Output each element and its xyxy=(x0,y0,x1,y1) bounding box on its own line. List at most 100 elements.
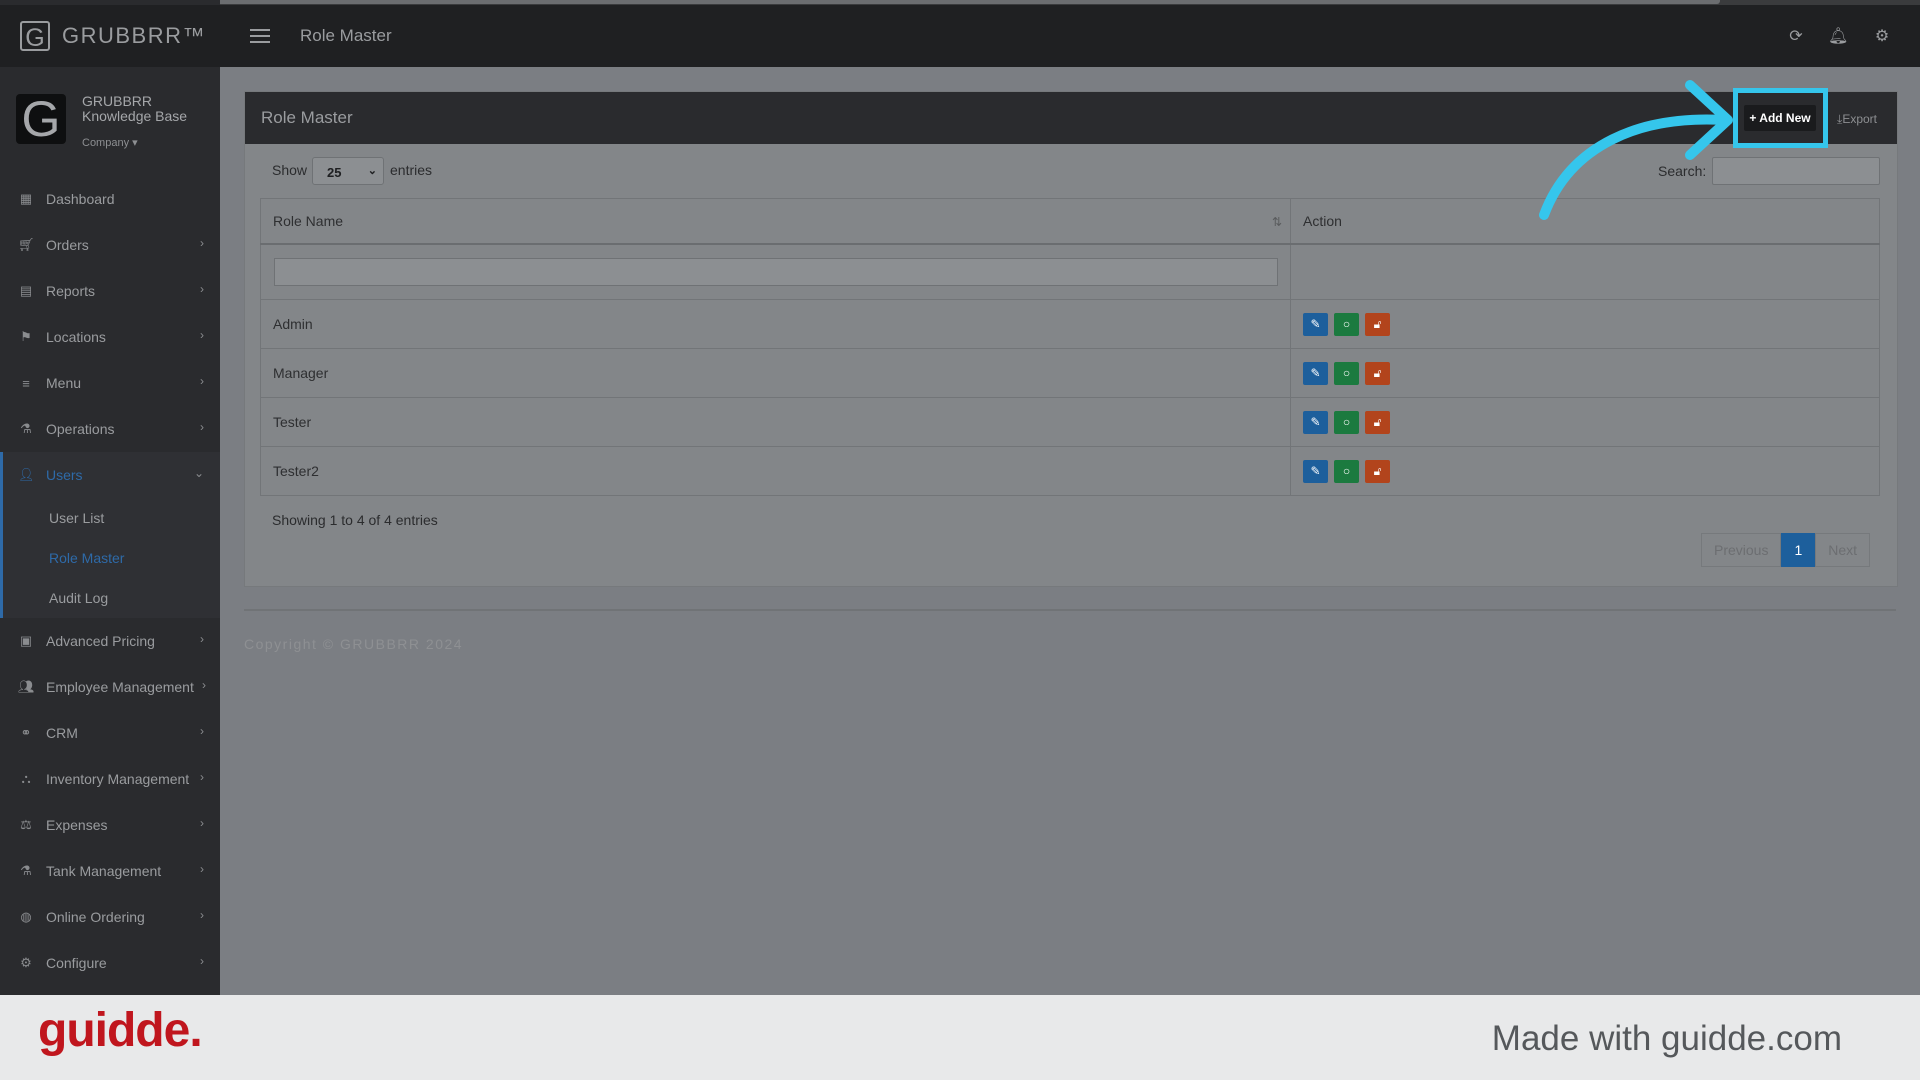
chevron-down-icon: ⌄ xyxy=(367,165,377,177)
toggle-button[interactable]: ○ xyxy=(1334,312,1359,336)
chevron-down-icon: ⌄ xyxy=(193,466,204,480)
users-submenu: User List Role Master Audit Log xyxy=(0,498,220,618)
money-icon: ▣ xyxy=(19,633,33,648)
topbar: Role Master ⟳ 🔔︎ ⚙ xyxy=(220,5,1920,67)
role-name-filter-input[interactable] xyxy=(274,257,1278,286)
filter-cell xyxy=(260,243,1291,300)
sidebar-item-crm[interactable]: ⚭ CRM › xyxy=(0,710,220,756)
action-cell: ✎ ○ 🔓︎ xyxy=(1290,446,1880,496)
gear-icon: ⚙ xyxy=(20,955,32,970)
sidebar-item-menu[interactable]: ≡ Menu › xyxy=(0,360,220,406)
link-icon: ⚭ xyxy=(20,725,32,740)
table-info: Showing 1 to 4 of 4 entries xyxy=(272,512,438,528)
sidebar-item-expenses[interactable]: ⚖ Expenses › xyxy=(0,802,220,848)
column-header-label: Role Name xyxy=(273,212,344,229)
sidebar-item-label: Reports xyxy=(46,283,96,299)
brand-logo: G xyxy=(20,21,50,52)
action-cell: ✎ ○ 🔓︎ xyxy=(1290,397,1880,447)
refresh-icon[interactable]: ⟳ xyxy=(1786,27,1806,47)
sidebar-item-online-ordering[interactable]: ◍ Online Ordering › xyxy=(0,894,220,940)
sidebar-item-label: Inventory Management xyxy=(46,771,190,787)
unlock-button[interactable]: 🔓︎ xyxy=(1365,410,1390,434)
brand[interactable]: G GRUBBRR™ xyxy=(0,5,220,67)
chevron-right-icon: › xyxy=(200,328,204,342)
sidebar-item-orders[interactable]: 🛒︎ Orders › xyxy=(0,222,220,268)
toggle-button[interactable]: ○ xyxy=(1334,361,1359,385)
menu-icon: ≡ xyxy=(22,375,30,391)
sidebar-item-reports[interactable]: ▤ Reports › xyxy=(0,268,220,314)
browser-top-highlight xyxy=(200,0,1720,4)
table-row: Manager ✎ ○ 🔓︎ xyxy=(260,348,1880,398)
export-button[interactable]: ⤓Export xyxy=(1837,112,1877,127)
sidebar-item-label: Expenses xyxy=(46,817,108,833)
next-page-button[interactable]: Next xyxy=(1815,533,1871,567)
copyright: Copyright © GRUBBRR 2024 xyxy=(244,636,464,652)
sort-icon[interactable]: ⇅ xyxy=(1272,215,1282,229)
chevron-right-icon: › xyxy=(200,908,204,922)
balance-icon: ⚖ xyxy=(20,817,32,832)
sidebar-item-users[interactable]: 👤︎ Users ⌄ xyxy=(0,452,220,498)
locations-icon: ⚑ xyxy=(20,329,32,344)
sidebar-nav: ▦ Dashboard 🛒︎ Orders › ▤ Reports › ⚑ Location… xyxy=(0,176,220,986)
role-name-cell: Admin xyxy=(260,299,1291,349)
page-size-select[interactable]: 25 ⌄ xyxy=(312,157,384,185)
toggle-button[interactable]: ○ xyxy=(1334,459,1359,483)
sidebar-item-operations[interactable]: ⚗ Operations › xyxy=(0,406,220,452)
submenu-role-master[interactable]: Role Master xyxy=(3,538,220,578)
sidebar: G GRUBBRR™ G GRUBBRR Knowledge Base Comp… xyxy=(0,0,220,995)
page-title: Role Master xyxy=(300,26,392,45)
sidebar-item-label: CRM xyxy=(46,725,78,741)
company-dropdown[interactable]: Company ▾ xyxy=(82,136,138,149)
role-name-cell: Tester xyxy=(260,397,1291,447)
chevron-right-icon: › xyxy=(200,420,204,434)
guidde-logo: guidde. xyxy=(38,1004,203,1057)
table-row: Tester2 ✎ ○ 🔓︎ xyxy=(260,446,1880,496)
chevron-right-icon: › xyxy=(202,678,206,692)
chevron-right-icon: › xyxy=(200,862,204,876)
sidebar-item-locations[interactable]: ⚑ Locations › xyxy=(0,314,220,360)
page-1-button[interactable]: 1 xyxy=(1781,533,1816,567)
sidebar-item-label: Users xyxy=(46,467,83,483)
chevron-right-icon: › xyxy=(200,632,204,646)
brand-name: GRUBBRR™ xyxy=(62,23,207,48)
sidebar-item-dashboard[interactable]: ▦ Dashboard xyxy=(0,176,220,222)
unlock-button[interactable]: 🔓︎ xyxy=(1365,312,1390,336)
edit-button[interactable]: ✎ xyxy=(1303,410,1328,434)
sidebar-item-tank-management[interactable]: ⚗ Tank Management › xyxy=(0,848,220,894)
show-label: Show xyxy=(272,162,308,178)
action-cell: ✎ ○ 🔓︎ xyxy=(1290,299,1880,349)
sidebar-item-employee-management[interactable]: 👥︎ Employee Management › xyxy=(0,664,220,710)
submenu-user-list[interactable]: User List xyxy=(3,498,220,538)
previous-page-button[interactable]: Previous xyxy=(1701,533,1782,567)
unlock-button[interactable]: 🔓︎ xyxy=(1365,361,1390,385)
sidebar-item-label: Employee Management xyxy=(46,679,194,695)
sidebar-item-label: Advanced Pricing xyxy=(46,633,155,649)
edit-button[interactable]: ✎ xyxy=(1303,361,1328,385)
guidde-footer: guidde. Made with guidde.com xyxy=(0,995,1920,1080)
divider xyxy=(244,609,1896,611)
caret-down-icon: ▾ xyxy=(132,137,138,149)
sidebar-item-label: Tank Management xyxy=(46,863,162,879)
hamburger-icon[interactable] xyxy=(250,29,270,43)
add-new-button[interactable]: + Add New xyxy=(1744,105,1816,131)
role-name-cell: Manager xyxy=(260,348,1291,398)
chevron-right-icon: › xyxy=(200,282,204,296)
sidebar-item-advanced-pricing[interactable]: ▣ Advanced Pricing › xyxy=(0,618,220,664)
unlock-button[interactable]: 🔓︎ xyxy=(1365,459,1390,483)
sitemap-icon: ⛬ xyxy=(21,771,31,786)
edit-button[interactable]: ✎ xyxy=(1303,459,1328,483)
sidebar-item-label: Orders xyxy=(46,237,89,253)
edit-button[interactable]: ✎ xyxy=(1303,312,1328,336)
gear-icon[interactable]: ⚙ xyxy=(1872,27,1892,47)
toggle-button[interactable]: ○ xyxy=(1334,410,1359,434)
column-header-role-name[interactable]: Role Name ⇅ xyxy=(260,198,1291,245)
roles-table: Role Name ⇅ Action Admin ✎ ○ 🔓︎ Manager ✎ ○ 🔓… xyxy=(260,198,1880,496)
sidebar-item-label: Operations xyxy=(46,421,115,437)
sidebar-item-label: Menu xyxy=(46,375,82,391)
bell-icon[interactable]: 🔔︎ xyxy=(1828,27,1848,47)
profile-name: GRUBBRR Knowledge Base xyxy=(82,93,188,124)
sidebar-item-label: Dashboard xyxy=(46,191,115,207)
sidebar-item-inventory-management[interactable]: ⛬ Inventory Management › xyxy=(0,756,220,802)
submenu-audit-log[interactable]: Audit Log xyxy=(3,578,220,618)
sidebar-item-configure[interactable]: ⚙ Configure › xyxy=(0,940,220,986)
